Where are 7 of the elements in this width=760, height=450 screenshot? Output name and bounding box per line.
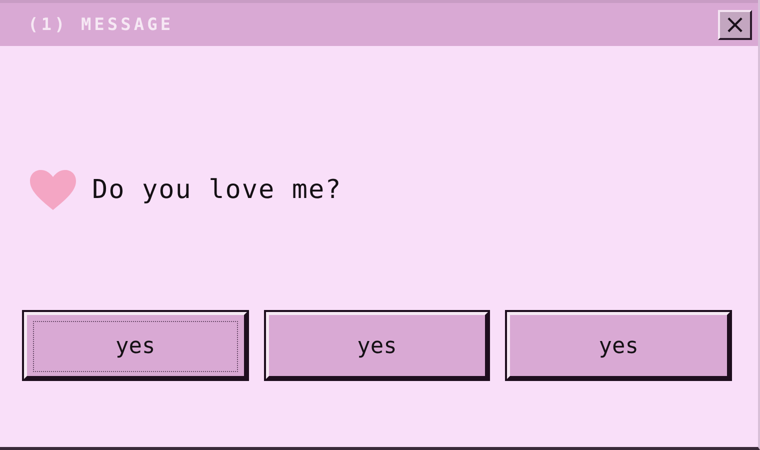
heart-icon xyxy=(28,168,78,212)
yes-button[interactable]: yes xyxy=(507,312,730,379)
close-button[interactable]: × xyxy=(718,10,752,40)
yes-button[interactable]: yes xyxy=(266,312,488,379)
yes-button[interactable]: yes xyxy=(24,312,247,379)
message-text: Do you love me? xyxy=(92,175,342,205)
window-title: (1) MESSAGE xyxy=(28,14,174,34)
